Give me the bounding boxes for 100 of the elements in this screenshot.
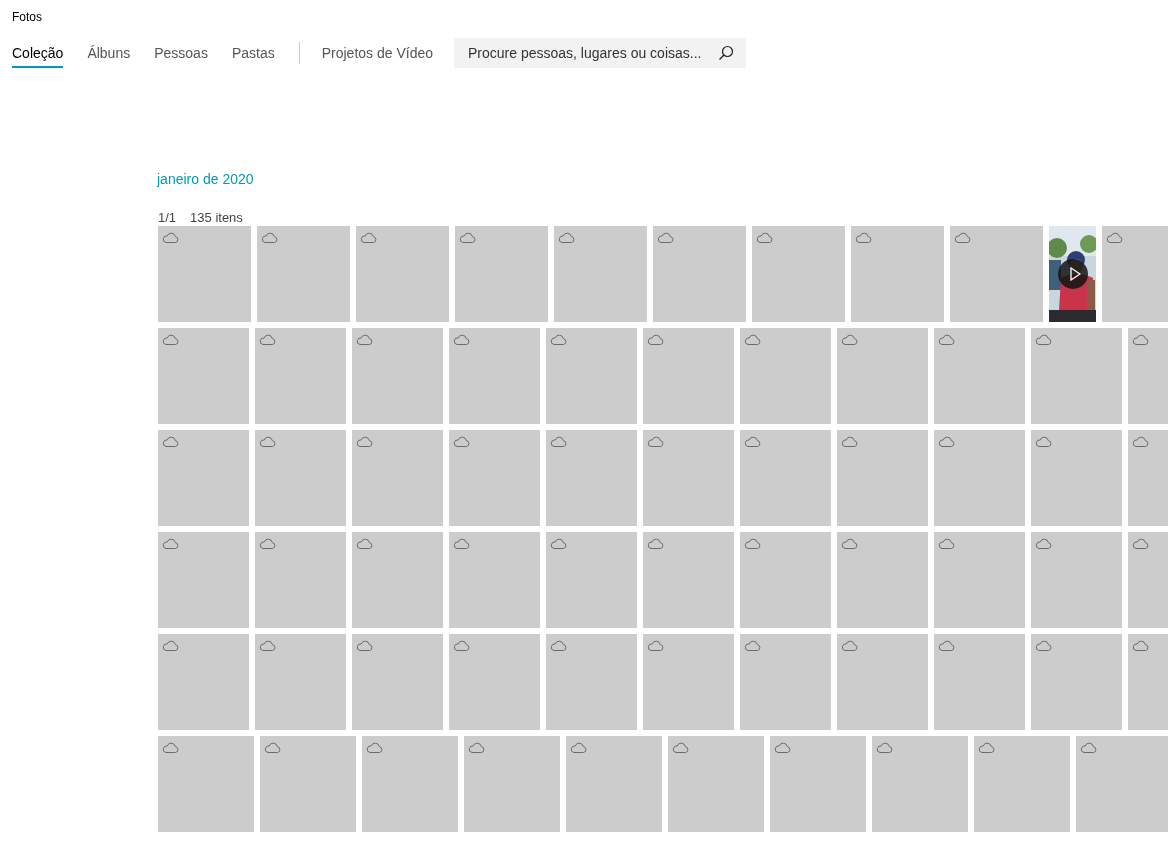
- photo-placeholder[interactable]: [158, 532, 249, 628]
- nav-tab[interactable]: Pastas: [231, 45, 275, 68]
- photo-placeholder[interactable]: [1031, 532, 1122, 628]
- photo-placeholder[interactable]: [352, 430, 443, 526]
- photo-placeholder[interactable]: [837, 328, 928, 424]
- photo-placeholder[interactable]: [837, 430, 928, 526]
- photo-placeholder[interactable]: [643, 634, 734, 730]
- photo-placeholder[interactable]: [464, 736, 560, 832]
- cloud-icon: [657, 232, 674, 243]
- cloud-icon: [1106, 232, 1123, 243]
- nav-tab[interactable]: Pessoas: [154, 45, 208, 68]
- photo-placeholder[interactable]: [740, 430, 831, 526]
- photo-placeholder[interactable]: [546, 634, 637, 730]
- cloud-icon: [356, 334, 373, 345]
- cloud-icon: [259, 640, 276, 651]
- photo-placeholder[interactable]: [554, 226, 647, 322]
- photo-placeholder[interactable]: [872, 736, 968, 832]
- photo-placeholder[interactable]: [255, 430, 346, 526]
- cloud-icon: [954, 232, 971, 243]
- nav-tab[interactable]: Projetos de Vídeo: [321, 45, 433, 68]
- cloud-icon: [978, 742, 995, 753]
- photo-placeholder[interactable]: [653, 226, 746, 322]
- photo-placeholder[interactable]: [158, 226, 251, 322]
- photo-placeholder[interactable]: [934, 634, 1025, 730]
- cloud-icon: [453, 640, 470, 651]
- cloud-icon: [774, 742, 791, 753]
- photo-placeholder[interactable]: [837, 532, 928, 628]
- nav-tab[interactable]: Coleção: [12, 45, 64, 68]
- photo-placeholder[interactable]: [352, 532, 443, 628]
- photo-placeholder[interactable]: [362, 736, 458, 832]
- search-field[interactable]: Procure pessoas, lugares ou coisas...: [454, 38, 746, 68]
- cloud-icon: [453, 334, 470, 345]
- cloud-icon: [855, 232, 872, 243]
- photo-placeholder[interactable]: [934, 430, 1025, 526]
- cloud-icon: [1132, 436, 1149, 447]
- cloud-icon: [938, 538, 955, 549]
- photo-placeholder[interactable]: [260, 736, 356, 832]
- photo-placeholder[interactable]: [1076, 736, 1168, 832]
- photo-placeholder[interactable]: [643, 532, 734, 628]
- photo-placeholder[interactable]: [449, 328, 540, 424]
- photo-placeholder[interactable]: [1031, 430, 1122, 526]
- cloud-icon: [264, 742, 281, 753]
- photo-placeholder[interactable]: [158, 736, 254, 832]
- photo-placeholder[interactable]: [950, 226, 1043, 322]
- cloud-icon: [1035, 538, 1052, 549]
- photo-placeholder[interactable]: [546, 430, 637, 526]
- cloud-icon: [672, 742, 689, 753]
- cloud-icon: [162, 640, 179, 651]
- photo-placeholder[interactable]: [740, 328, 831, 424]
- cloud-icon: [744, 334, 761, 345]
- item-count: 135 itens: [190, 210, 243, 226]
- photo-placeholder[interactable]: [740, 634, 831, 730]
- photo-placeholder[interactable]: [837, 634, 928, 730]
- photo-placeholder[interactable]: [546, 532, 637, 628]
- cloud-icon: [938, 334, 955, 345]
- photo-placeholder[interactable]: [1102, 226, 1168, 322]
- photo-placeholder[interactable]: [352, 634, 443, 730]
- photo-placeholder[interactable]: [1031, 634, 1122, 730]
- photo-placeholder[interactable]: [546, 328, 637, 424]
- cloud-icon: [647, 538, 664, 549]
- photo-placeholder[interactable]: [934, 328, 1025, 424]
- photo-placeholder[interactable]: [255, 634, 346, 730]
- photo-placeholder[interactable]: [255, 328, 346, 424]
- photo-placeholder[interactable]: [974, 736, 1070, 832]
- photo-placeholder[interactable]: [752, 226, 845, 322]
- photo-placeholder[interactable]: [851, 226, 944, 322]
- cloud-icon: [841, 538, 858, 549]
- photo-placeholder[interactable]: [1031, 328, 1122, 424]
- photo-placeholder[interactable]: [158, 430, 249, 526]
- photo-placeholder[interactable]: [934, 532, 1025, 628]
- photo-placeholder[interactable]: [740, 532, 831, 628]
- cloud-icon: [162, 538, 179, 549]
- cloud-icon: [162, 742, 179, 753]
- photo-placeholder[interactable]: [356, 226, 449, 322]
- cloud-icon: [744, 538, 761, 549]
- cloud-icon: [647, 436, 664, 447]
- cloud-icon: [647, 334, 664, 345]
- cloud-icon: [162, 334, 179, 345]
- photo-placeholder[interactable]: [643, 328, 734, 424]
- photo-placeholder[interactable]: [449, 430, 540, 526]
- photo-placeholder[interactable]: [455, 226, 548, 322]
- photo-placeholder[interactable]: [158, 328, 249, 424]
- photo-placeholder[interactable]: [643, 430, 734, 526]
- photo-placeholder[interactable]: [668, 736, 764, 832]
- photo-placeholder[interactable]: [158, 634, 249, 730]
- cloud-icon: [841, 334, 858, 345]
- photo-placeholder[interactable]: [449, 634, 540, 730]
- photo-placeholder[interactable]: [255, 532, 346, 628]
- cloud-icon: [259, 538, 276, 549]
- photo-placeholder[interactable]: [566, 736, 662, 832]
- photo-placeholder[interactable]: [449, 532, 540, 628]
- nav-tab[interactable]: Álbuns: [87, 45, 131, 68]
- cloud-icon: [356, 640, 373, 651]
- cloud-icon: [558, 232, 575, 243]
- photo-placeholder[interactable]: [770, 736, 866, 832]
- cloud-icon: [1132, 334, 1149, 345]
- app-title: Fotos: [11, 9, 43, 24]
- photo-placeholder[interactable]: [352, 328, 443, 424]
- search-icon[interactable]: [718, 45, 734, 61]
- photo-placeholder[interactable]: [257, 226, 350, 322]
